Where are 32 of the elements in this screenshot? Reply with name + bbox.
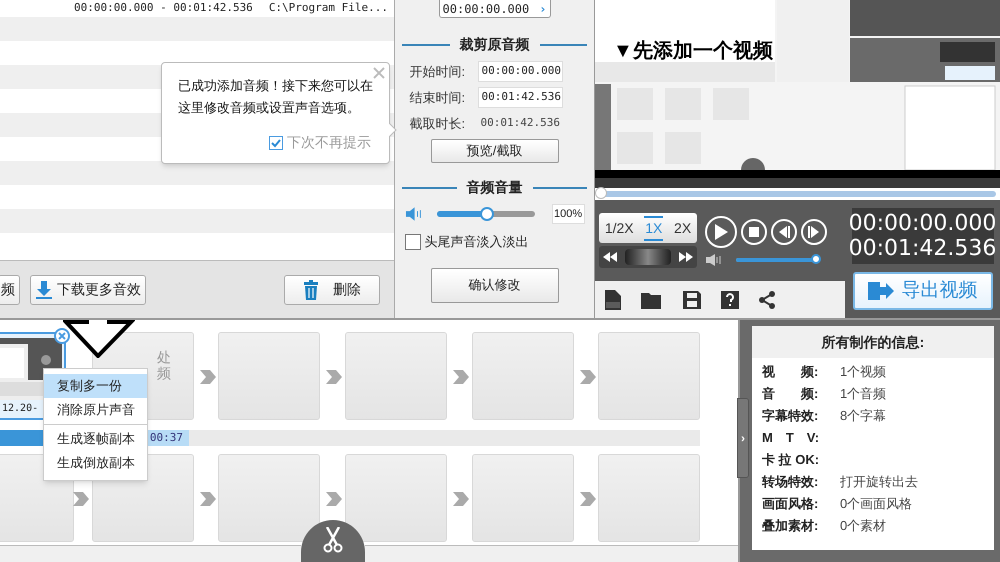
info-label: 画面风格: — [762, 495, 820, 514]
slot-hint: 频 — [157, 365, 171, 381]
tooltip-message: 已成功添加音频！接下来您可以在这里修改音频或设置声音选项。 — [178, 77, 374, 117]
info-title: 所有制作的信息: — [752, 326, 994, 358]
info-label: 字幕特效: — [762, 407, 820, 426]
info-value: 1个视频 — [840, 363, 886, 382]
section-title: 裁剪原音频 — [460, 35, 530, 54]
time-label: 00:37 — [150, 430, 183, 446]
info-label: 转场特效: — [762, 473, 820, 492]
checkbox-label: 头尾声音淡入淡出 — [424, 233, 528, 251]
info-label: M T V: — [762, 429, 820, 448]
time-range: 00:00:00.000 - 00:01:42.536 — [74, 0, 253, 16]
info-label: 叠加素材: — [762, 517, 820, 536]
field-label: 开始时间: — [410, 62, 466, 81]
info-value: 打开旋转出去 — [840, 473, 918, 492]
clip-name: 12.20- — [2, 402, 38, 416]
field-label: 截取时长: — [410, 114, 466, 133]
duration-value: 00:01:42.536 — [480, 115, 560, 132]
info-value: 8个字幕 — [840, 407, 886, 426]
slot-hint: 处 — [157, 349, 171, 365]
info-label: 音 频: — [762, 385, 820, 404]
info-value: 1个音频 — [840, 385, 886, 404]
section-title: 音频音量 — [466, 178, 522, 197]
file-path: C:\Program File... — [268, 0, 388, 16]
info-value: 0个素材 — [840, 517, 886, 536]
total-time: 00:01:42.536 — [848, 236, 996, 261]
current-time: 00:00:00.000 — [848, 211, 996, 236]
info-label: 视 频: — [762, 363, 820, 382]
info-value: 0个画面风格 — [840, 495, 912, 514]
field-label: 结束时间: — [410, 88, 466, 107]
caption: ▼先添加一个视频 — [613, 39, 773, 64]
info-label: 卡 拉 OK: — [762, 451, 820, 470]
